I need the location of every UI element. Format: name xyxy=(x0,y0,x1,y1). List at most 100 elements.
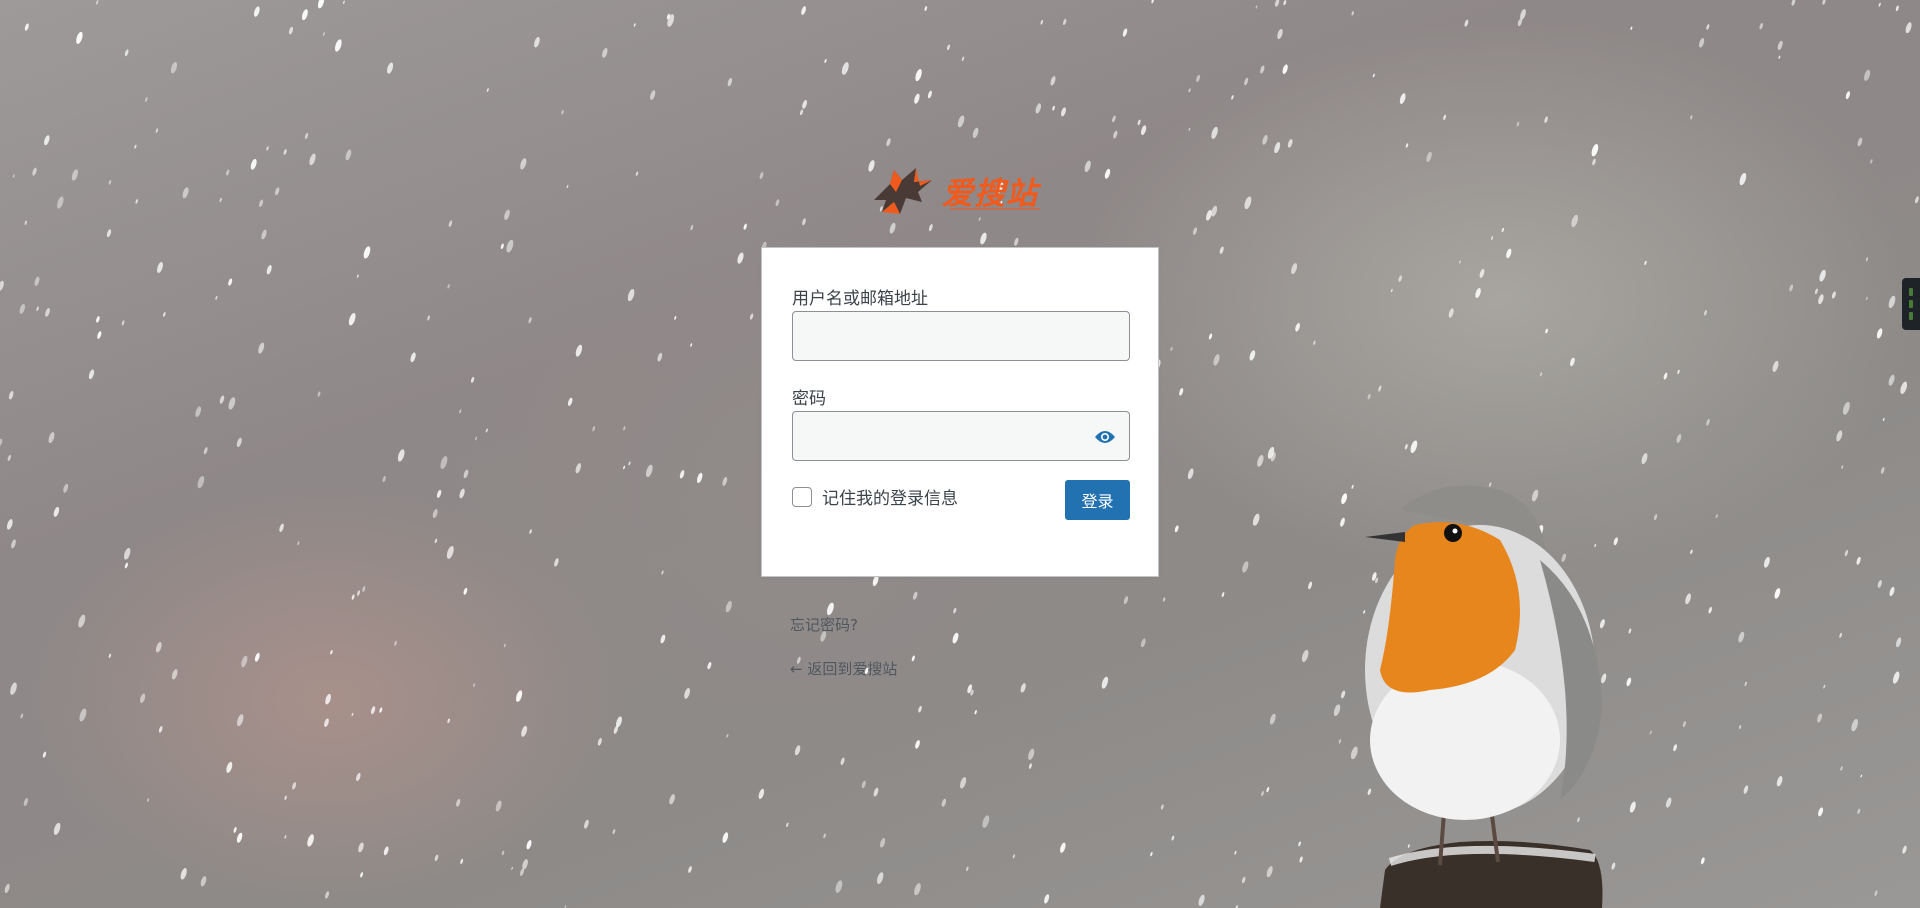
snowflake xyxy=(661,570,664,575)
snowflake xyxy=(1700,857,1705,865)
snowflake xyxy=(7,454,11,461)
snowflake xyxy=(835,880,843,893)
remember-label[interactable]: 记住我的登录信息 xyxy=(822,484,958,509)
snowflake xyxy=(840,757,845,766)
snowflake xyxy=(966,866,969,872)
snowflake xyxy=(170,62,178,74)
password-input[interactable] xyxy=(792,411,1130,461)
snowflake xyxy=(1592,158,1596,166)
snowflake xyxy=(1892,671,1900,684)
snowflake xyxy=(23,798,29,806)
snowflake xyxy=(669,794,675,805)
snowflake xyxy=(284,835,287,839)
snowflake xyxy=(241,655,248,668)
snowflake xyxy=(1501,227,1504,233)
snowflake xyxy=(1856,556,1861,565)
snowflake xyxy=(1274,0,1280,7)
snowflake xyxy=(889,222,896,234)
snowflake xyxy=(456,798,461,807)
username-input[interactable] xyxy=(792,311,1130,361)
snowflake xyxy=(1739,172,1747,186)
snowflake xyxy=(1060,842,1066,853)
snowflake xyxy=(1706,24,1710,30)
snowflake xyxy=(1682,721,1686,728)
snowflake xyxy=(36,306,39,311)
snowflake xyxy=(1888,295,1896,309)
snowflake xyxy=(1084,160,1091,172)
snowflake xyxy=(953,607,957,614)
snowflake xyxy=(48,432,55,444)
snowflake xyxy=(1772,360,1779,372)
snowflake xyxy=(960,777,967,789)
show-password-button[interactable] xyxy=(1093,425,1117,449)
snowflake xyxy=(1895,637,1902,648)
snowflake xyxy=(1390,288,1393,293)
snowflake xyxy=(447,718,450,724)
snowflake xyxy=(1789,284,1794,292)
remember-checkbox[interactable] xyxy=(792,486,812,507)
snowflake xyxy=(1351,11,1354,16)
snowflake xyxy=(592,426,596,432)
snowflake xyxy=(309,153,316,166)
snowflake xyxy=(144,97,148,102)
snowflake xyxy=(1234,850,1237,855)
snowflake xyxy=(1137,119,1141,126)
snowflake xyxy=(78,614,86,628)
snowflake xyxy=(362,586,366,592)
snowflake xyxy=(1162,597,1166,602)
snowflake xyxy=(657,352,663,362)
snowflake xyxy=(758,788,765,799)
remember-me[interactable]: 记住我的登录信息 xyxy=(792,484,958,509)
snowflake xyxy=(236,714,244,727)
snowflake xyxy=(135,199,138,204)
snowflake xyxy=(379,707,383,713)
snowflake xyxy=(1012,854,1015,859)
snowflake xyxy=(1140,125,1147,136)
snowflake xyxy=(1020,683,1026,693)
snowflake xyxy=(1698,37,1705,48)
robin-image xyxy=(1365,485,1603,908)
snowflake xyxy=(1882,417,1885,422)
snowflake xyxy=(1865,257,1869,262)
login-button[interactable]: 登录 xyxy=(1065,480,1130,520)
snowflake xyxy=(1673,744,1677,752)
snowflake xyxy=(97,331,102,339)
snowflake xyxy=(1888,374,1895,386)
snowflake xyxy=(1814,288,1818,295)
lost-password-link[interactable]: 忘记密码? xyxy=(790,614,858,635)
snowflake xyxy=(383,846,389,856)
back-to-site-link[interactable]: ← 返回到爱搜站 xyxy=(790,658,897,679)
wolf-logo-icon xyxy=(874,168,932,214)
snowflake xyxy=(473,683,476,688)
snowflake xyxy=(1491,235,1494,241)
snowflake xyxy=(76,31,83,44)
snowflake xyxy=(1044,894,1050,904)
snowflake xyxy=(1101,676,1109,689)
snowflake xyxy=(1399,93,1406,104)
snowflake xyxy=(1895,5,1899,12)
snowflake xyxy=(1104,168,1111,179)
snowflake xyxy=(690,343,693,347)
snowflake xyxy=(1464,19,1469,27)
snowflake xyxy=(1857,137,1863,147)
snowflake xyxy=(1113,130,1118,139)
snowflake xyxy=(961,56,965,62)
snowflake xyxy=(124,562,128,569)
snowflake xyxy=(1819,269,1826,282)
snowflake xyxy=(1818,807,1824,817)
snowflake xyxy=(330,650,333,655)
snowflake xyxy=(633,23,636,27)
snowflake xyxy=(529,529,532,534)
snowflake xyxy=(301,9,308,21)
snowflake xyxy=(203,447,208,455)
snowflake xyxy=(924,6,928,11)
snowflake xyxy=(1269,713,1276,725)
snowflake xyxy=(1818,294,1824,305)
snowflake xyxy=(927,90,932,99)
site-logo[interactable]: 爱搜站 xyxy=(870,160,1050,220)
snowflake xyxy=(1179,387,1184,396)
side-toolbar-tab[interactable] xyxy=(1902,278,1920,330)
snowflake xyxy=(219,395,225,404)
snowflake xyxy=(228,278,233,286)
snowflake xyxy=(1475,288,1481,298)
